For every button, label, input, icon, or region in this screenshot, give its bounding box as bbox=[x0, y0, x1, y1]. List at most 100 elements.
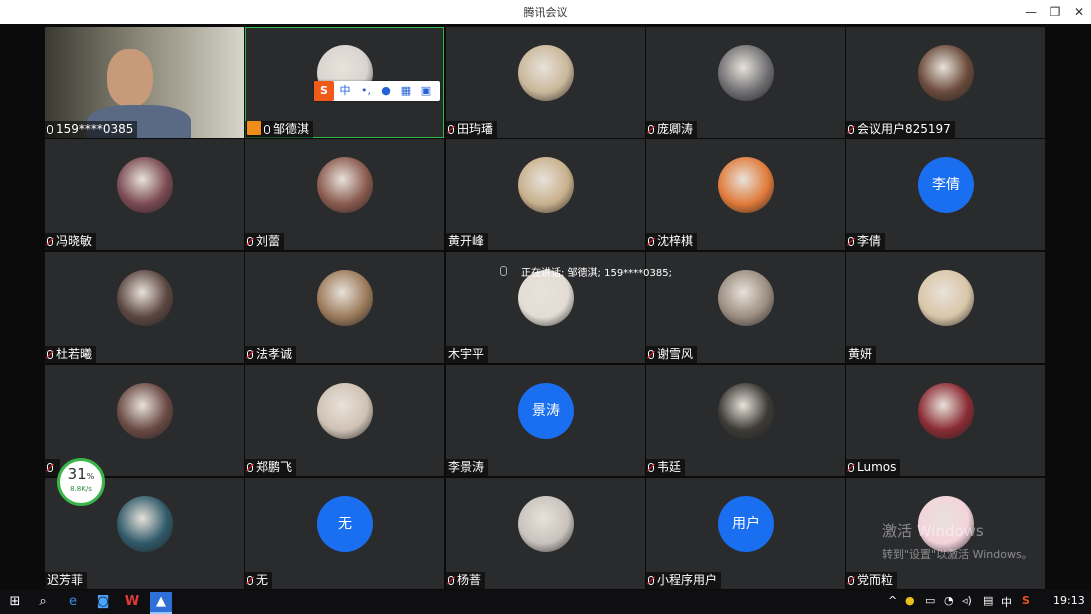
avatar-photo bbox=[718, 270, 774, 326]
participant-name: 黄开峰 bbox=[448, 234, 485, 248]
participant-tile[interactable]: 黄开峰 bbox=[446, 139, 645, 250]
participant-nametag: 邹德淇 bbox=[245, 121, 314, 138]
window-title: 腾讯会议 bbox=[523, 6, 568, 19]
participant-nametag: Lumos bbox=[846, 459, 901, 476]
mic-muted-icon bbox=[648, 350, 654, 359]
app-icon[interactable]: ◙ bbox=[92, 592, 114, 612]
participant-tile[interactable]: 韦廷 bbox=[646, 365, 845, 476]
participant-name: 郑鹏飞 bbox=[256, 460, 293, 474]
avatar-photo bbox=[518, 496, 574, 552]
search-icon[interactable]: ⌕ bbox=[32, 592, 54, 612]
participant-name: 小程序用户 bbox=[657, 573, 718, 587]
ime-indicator[interactable]: 中 bbox=[1001, 594, 1012, 610]
avatar-photo bbox=[117, 270, 173, 326]
close-button[interactable]: ✕ bbox=[1066, 0, 1091, 24]
participant-tile[interactable]: 田玙璠 bbox=[446, 27, 645, 138]
restore-button[interactable]: ❐ bbox=[1042, 0, 1068, 24]
participant-nametag: 法孝诚 bbox=[245, 346, 297, 363]
mic-muted-icon bbox=[47, 350, 53, 359]
avatar-photo bbox=[317, 157, 373, 213]
battery-icon[interactable]: ▭ bbox=[925, 594, 935, 607]
participant-nametag: 沈梓棋 bbox=[646, 233, 698, 250]
minimize-button[interactable]: — bbox=[1018, 0, 1044, 24]
participant-face bbox=[107, 49, 153, 107]
volume-icon[interactable]: ◃) bbox=[962, 594, 972, 607]
ime-keyboard-icon[interactable]: ▦ bbox=[396, 81, 416, 101]
participant-tile[interactable]: 邹德淇 S 中 •, ● ▦ ▣ bbox=[245, 27, 444, 138]
mic-muted-icon bbox=[848, 576, 854, 585]
ime-toolbar[interactable]: S 中 •, ● ▦ ▣ bbox=[314, 81, 440, 101]
participant-tile[interactable]: 刘蕾 bbox=[245, 139, 444, 250]
wps-icon[interactable]: W bbox=[121, 592, 143, 612]
avatar-photo bbox=[918, 45, 974, 101]
participant-tile[interactable]: 用户小程序用户 bbox=[646, 478, 845, 589]
participant-nametag: 黄妍 bbox=[846, 346, 877, 363]
participant-tile[interactable]: 景涛 李景涛 bbox=[446, 365, 645, 476]
mic-muted-icon bbox=[648, 463, 654, 472]
tencent-meeting-taskbar-icon[interactable]: ▲ bbox=[150, 592, 172, 614]
avatar-photo bbox=[317, 383, 373, 439]
mic-icon bbox=[47, 125, 53, 134]
participant-nametag: 谢雪风 bbox=[646, 346, 698, 363]
participant-tile[interactable]: Lumos bbox=[846, 365, 1045, 476]
mic-muted-icon bbox=[648, 237, 654, 246]
participant-nametag: 郑鹏飞 bbox=[245, 459, 297, 476]
participant-tile[interactable]: 杜若曦 bbox=[45, 252, 244, 363]
network-icon[interactable]: ◔ bbox=[944, 594, 954, 607]
participant-tile[interactable]: 冯晓敏 bbox=[45, 139, 244, 250]
participant-nametag: 田玙璠 bbox=[446, 121, 498, 138]
mic-icon bbox=[500, 266, 507, 276]
clock-time[interactable]: 19:13 bbox=[1053, 594, 1085, 607]
notification-icon[interactable]: ▤ bbox=[983, 594, 993, 607]
edge-browser-icon[interactable]: e bbox=[62, 592, 84, 612]
participant-tile[interactable]: 杨萻 bbox=[446, 478, 645, 589]
meeting-stage: 159****0385 邹德淇 S 中 •, ● ▦ ▣ 田玙璠 庞卿涛 会议用户825197 冯晓敏… bbox=[0, 24, 1091, 590]
participant-tile[interactable]: 郑鹏飞 bbox=[245, 365, 444, 476]
mic-muted-icon bbox=[848, 463, 854, 472]
participant-nametag: 刘蕾 bbox=[245, 233, 285, 250]
host-icon bbox=[247, 121, 261, 135]
ime-voice-icon[interactable]: ● bbox=[376, 81, 396, 101]
mic-muted-icon bbox=[47, 463, 53, 472]
participant-name: 黄妍 bbox=[848, 347, 873, 361]
participant-name: 李景涛 bbox=[448, 460, 485, 474]
avatar-photo bbox=[918, 270, 974, 326]
avatar-photo bbox=[117, 496, 173, 552]
participant-tile[interactable]: 159****0385 bbox=[45, 27, 244, 138]
mic-muted-icon bbox=[448, 125, 454, 134]
participant-tile[interactable]: 沈梓棋 bbox=[646, 139, 845, 250]
avatar-initials: 用户 bbox=[718, 496, 774, 552]
ime-more-icon[interactable]: ▣ bbox=[416, 81, 436, 101]
participant-nametag: 杜若曦 bbox=[45, 346, 97, 363]
mic-muted-icon bbox=[247, 350, 253, 359]
participant-nametag: 小程序用户 bbox=[646, 572, 722, 589]
ime-punct-toggle[interactable]: •, bbox=[356, 81, 376, 101]
ime-lang-toggle[interactable]: 中 bbox=[334, 81, 356, 101]
participant-name: 法孝诚 bbox=[256, 347, 293, 361]
participant-name: 木宇平 bbox=[448, 347, 485, 361]
participant-nametag: 黄开峰 bbox=[446, 233, 489, 250]
participant-tile[interactable]: 法孝诚 bbox=[245, 252, 444, 363]
participant-tile[interactable]: 庞卿涛 bbox=[646, 27, 845, 138]
participant-name: 韦廷 bbox=[657, 460, 682, 474]
mic-muted-icon bbox=[648, 125, 654, 134]
avatar-photo bbox=[317, 270, 373, 326]
tray-expand-icon[interactable]: ^ bbox=[888, 594, 897, 607]
participant-tile[interactable]: 黄妍 bbox=[846, 252, 1045, 363]
mic-muted-icon bbox=[247, 576, 253, 585]
network-gauge[interactable]: 31% 8.8K/s bbox=[57, 458, 105, 506]
activation-watermark-hint: 转到"设置"以激活 Windows。 bbox=[882, 548, 1033, 561]
participant-name: 沈梓棋 bbox=[657, 234, 694, 248]
participant-tile[interactable]: 无无 bbox=[245, 478, 444, 589]
windows-start-icon[interactable]: ⊞ bbox=[4, 592, 26, 612]
participant-tile[interactable]: 会议用户825197 bbox=[846, 27, 1045, 138]
tray-app-icon[interactable]: ● bbox=[905, 594, 915, 607]
participant-tile[interactable]: 谢雪风 bbox=[646, 252, 845, 363]
sogou-icon[interactable]: S bbox=[1022, 594, 1030, 607]
participant-nametag: 木宇平 bbox=[446, 346, 489, 363]
participant-name: 杨萻 bbox=[457, 573, 482, 587]
participant-name: 会议用户825197 bbox=[857, 122, 951, 136]
participant-tile[interactable]: 李倩 李倩 bbox=[846, 139, 1045, 250]
gauge-unit: % bbox=[86, 472, 95, 481]
participant-name: 庞卿涛 bbox=[657, 122, 694, 136]
